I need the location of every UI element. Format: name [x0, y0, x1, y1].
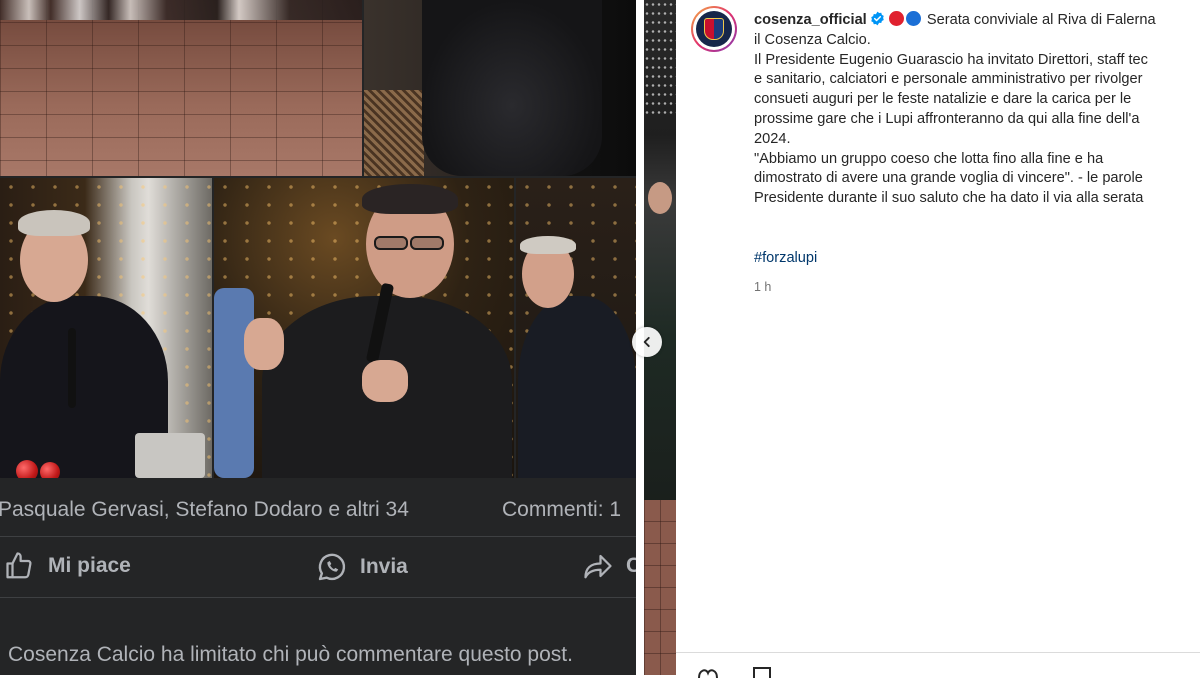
photo-man-with-microphone[interactable]	[0, 178, 212, 478]
share-label: Invia	[360, 555, 408, 578]
instagram-caption-panel: cosenza_official Serata conviviale al Ri…	[676, 0, 1200, 678]
profile-avatar[interactable]	[691, 6, 737, 52]
raised-hand	[244, 318, 284, 370]
photo-floor-tiles[interactable]	[0, 0, 362, 176]
instagram-action-icons	[696, 666, 774, 678]
hashtag-link[interactable]: #forzalupi	[754, 250, 817, 266]
carousel-previous-button[interactable]	[632, 327, 662, 357]
hand-holding-mic	[362, 360, 408, 402]
avatar-image	[696, 11, 732, 47]
laptop	[135, 433, 205, 478]
wicker-chair	[364, 90, 424, 176]
like-label: Mi piace	[48, 554, 131, 577]
man-hair	[18, 210, 90, 236]
christmas-ornament	[40, 462, 60, 478]
seated-man-hair	[520, 236, 576, 254]
president-hair	[362, 184, 458, 214]
photo-face	[648, 182, 672, 214]
like-button[interactable]: Mi piace	[4, 551, 131, 581]
photo-lights	[644, 0, 676, 120]
share-arrow-icon	[584, 554, 612, 579]
share-label-truncated: C	[626, 554, 636, 577]
chevron-left-icon	[643, 336, 650, 348]
reactions-summary[interactable]: Pasquale Gervasi, Stefano Dodaro e altri…	[0, 498, 409, 522]
post-stats-bar: Pasquale Gervasi, Stefano Dodaro e altri…	[0, 478, 636, 537]
red-circle-icon	[888, 11, 904, 26]
photo-people-feet	[0, 0, 362, 20]
photo-man-seated[interactable]	[364, 0, 636, 176]
cosenza-crest-icon	[704, 18, 724, 40]
username-link[interactable]: cosenza_official	[754, 12, 867, 28]
post-caption: cosenza_official Serata conviviale al Ri…	[754, 11, 1200, 209]
seated-man-body	[518, 296, 636, 478]
dark-jacket	[422, 0, 602, 176]
photo-man-seated-right[interactable]	[516, 178, 636, 478]
glasses	[374, 236, 408, 250]
post-actions-bar: Mi piace Invia C	[0, 537, 636, 598]
facebook-post: Pasquale Gervasi, Stefano Dodaro e altri…	[0, 0, 636, 675]
share-messenger-button[interactable]: Invia	[316, 551, 408, 583]
blue-circle-icon	[905, 11, 921, 26]
share-button[interactable]: C	[582, 551, 636, 581]
comment-restriction-notice: Cosenza Calcio ha limitato chi può comme…	[8, 643, 573, 666]
caption-text: Serata conviviale al Riva di Falerna il …	[754, 12, 1156, 207]
heart-icon[interactable]	[696, 666, 720, 678]
verified-badge-icon	[871, 11, 884, 26]
photo-floor	[644, 500, 676, 675]
microphone	[68, 328, 76, 408]
glasses	[410, 236, 444, 250]
christmas-ornament	[16, 460, 38, 478]
post-timestamp[interactable]: 1 h	[754, 280, 771, 294]
comments-count[interactable]: Commenti: 1	[502, 498, 621, 522]
action-bar-divider	[676, 652, 1200, 653]
blue-shirt-person	[214, 288, 254, 478]
comment-icon[interactable]	[750, 666, 774, 678]
photo-president-speaking[interactable]	[214, 178, 514, 478]
thumbs-up-icon	[6, 552, 32, 579]
whatsapp-icon	[318, 553, 346, 581]
